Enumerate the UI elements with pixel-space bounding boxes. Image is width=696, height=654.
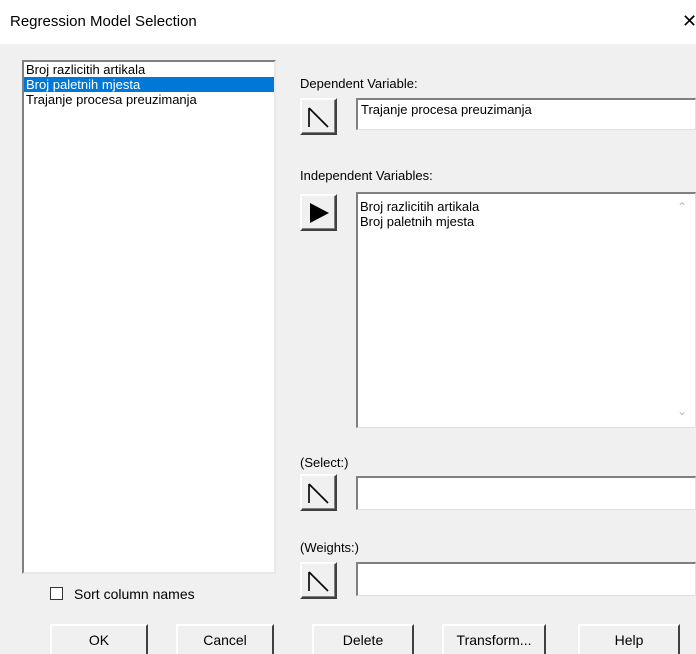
dependent-variable-label: Dependent Variable: bbox=[300, 76, 418, 91]
weights-field[interactable] bbox=[356, 562, 696, 596]
dependent-variable-field[interactable]: Trajanje procesa preuzimanja bbox=[356, 98, 696, 130]
list-item[interactable]: Broj paletnih mjesta bbox=[24, 77, 274, 92]
transform-button[interactable]: Transform... bbox=[442, 624, 546, 654]
independent-variables-field[interactable]: Broj razlicitih artikala Broj paletnih m… bbox=[356, 192, 696, 428]
list-item[interactable]: Broj paletnih mjesta bbox=[360, 214, 693, 229]
outline-arrow-icon bbox=[308, 107, 329, 128]
scroll-down-icon[interactable]: ⌄ bbox=[677, 404, 687, 418]
list-item[interactable]: Broj razlicitih artikala bbox=[24, 62, 274, 77]
help-button[interactable]: Help bbox=[578, 624, 680, 654]
delete-button[interactable]: Delete bbox=[312, 624, 414, 654]
filled-arrow-icon bbox=[310, 203, 329, 223]
title-bar: Regression Model Selection ✕ bbox=[0, 0, 696, 44]
independent-arrow-button[interactable] bbox=[300, 194, 337, 231]
independent-variables-label: Independent Variables: bbox=[300, 168, 433, 183]
window-title: Regression Model Selection bbox=[10, 13, 197, 30]
scroll-up-icon[interactable]: ⌃ bbox=[677, 200, 687, 214]
weights-label: (Weights:) bbox=[300, 540, 359, 555]
ok-button[interactable]: OK bbox=[50, 624, 148, 654]
dependent-arrow-button[interactable] bbox=[300, 98, 337, 135]
weights-arrow-button[interactable] bbox=[300, 562, 337, 599]
outline-arrow-icon bbox=[308, 571, 329, 592]
select-field[interactable] bbox=[356, 476, 696, 510]
list-item[interactable]: Trajanje procesa preuzimanja bbox=[24, 92, 274, 107]
close-icon[interactable]: ✕ bbox=[682, 11, 696, 32]
sort-column-names-checkbox[interactable] bbox=[50, 587, 63, 600]
column-list[interactable]: Broj razlicitih artikala Broj paletnih m… bbox=[22, 60, 276, 574]
select-label: (Select:) bbox=[300, 455, 349, 470]
sort-column-names-label: Sort column names bbox=[74, 586, 195, 602]
list-item[interactable]: Broj razlicitih artikala bbox=[360, 199, 693, 214]
cancel-button[interactable]: Cancel bbox=[176, 624, 274, 654]
outline-arrow-icon bbox=[308, 483, 329, 504]
select-arrow-button[interactable] bbox=[300, 474, 337, 511]
